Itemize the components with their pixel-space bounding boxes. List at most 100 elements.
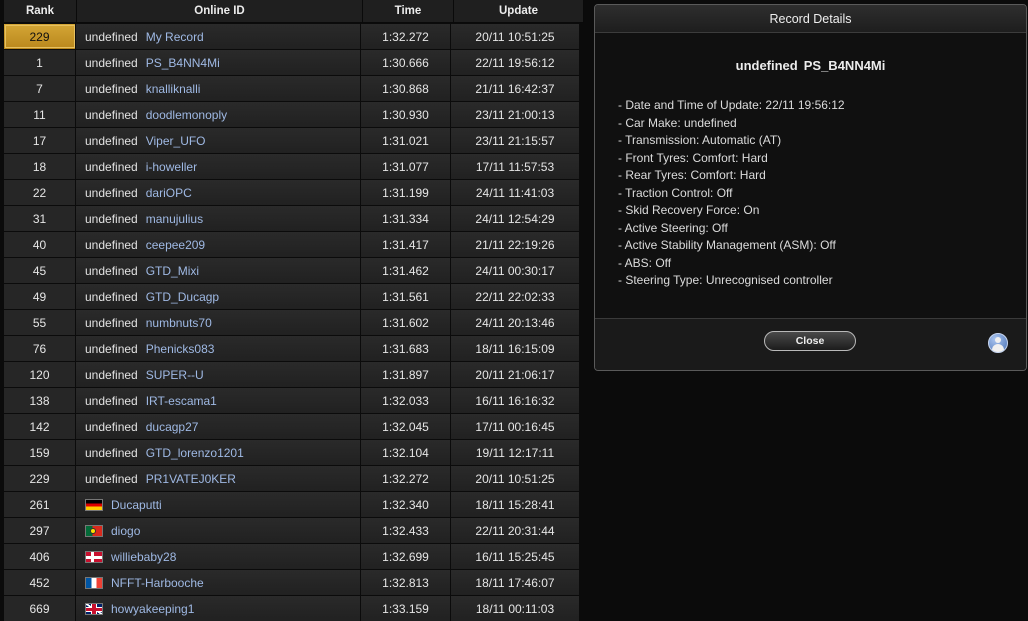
online-id-cell: undefined ceepee209	[76, 232, 361, 257]
rank-cell: 297	[4, 518, 76, 543]
time-cell: 1:31.021	[361, 128, 451, 153]
rank-cell: 142	[4, 414, 76, 439]
record-detail-item: - ABS: Off	[618, 255, 672, 270]
player-name: i-howeller	[145, 159, 198, 174]
player-name: howyakeeping1	[111, 601, 195, 616]
player-name: NFFT-Harbooche	[111, 575, 204, 590]
time-cell: 1:32.104	[361, 440, 451, 465]
time-cell: 1:31.077	[361, 154, 451, 179]
record-detail-item: - Active Stability Management (ASM): Off	[618, 238, 836, 252]
online-id-cell: undefined dariOPC	[76, 180, 361, 205]
country-label: undefined	[85, 289, 138, 304]
table-row[interactable]: 17 undefined Viper_UFO 1:31.021 23/11 21:15:…	[4, 128, 584, 153]
country-label: undefined	[85, 107, 138, 122]
table-row[interactable]: 406 williebaby28 1:32.699 16/11 15:25:45	[4, 544, 584, 569]
table-row[interactable]: 49 undefined GTD_Ducagp 1:31.561 22/11 22:02…	[4, 284, 584, 309]
update-cell: 17/11 11:57:53	[451, 154, 580, 179]
leaderboard: Rank Online ID Time Update 229 undefined M…	[4, 0, 584, 621]
rank-cell: 229	[4, 466, 76, 491]
record-details-dialog: Record Details undefined PS_B4NN4Mi - Dat…	[594, 4, 1027, 371]
time-cell: 1:33.159	[361, 596, 451, 621]
time-cell: 1:31.334	[361, 206, 451, 231]
table-row[interactable]: 22 undefined dariOPC 1:31.199 24/11 11:41:03	[4, 180, 584, 205]
country-label: undefined	[85, 419, 138, 434]
country-label: undefined	[85, 393, 138, 408]
online-id-cell: undefined PS_B4NN4Mi	[76, 50, 361, 75]
table-row[interactable]: 1 undefined PS_B4NN4Mi 1:30.666 22/11 19:56:…	[4, 50, 584, 75]
table-row[interactable]: 297 diogo 1:32.433 22/11 20:31:44	[4, 518, 584, 543]
online-id-cell: undefined GTD_lorenzo1201	[76, 440, 361, 465]
time-cell: 1:31.602	[361, 310, 451, 335]
country-label: undefined	[85, 341, 138, 356]
online-id-cell: undefined manujulius	[76, 206, 361, 231]
table-row[interactable]: 18 undefined i-howeller 1:31.077 17/11 11:57…	[4, 154, 584, 179]
online-id-cell: williebaby28	[76, 544, 361, 569]
record-detail-list: - Date and Time of Update: 22/11 19:56:1…	[618, 97, 1016, 290]
country-label: undefined	[85, 185, 138, 200]
record-detail-item: - Rear Tyres: Comfort: Hard	[618, 168, 766, 182]
record-detail-item: - Front Tyres: Comfort: Hard	[618, 150, 768, 165]
table-row[interactable]: 229 undefined PR1VATEJ0KER 1:32.272 20/11 10…	[4, 466, 584, 491]
table-row[interactable]: 45 undefined GTD_Mixi 1:31.462 24/11 00:30:1…	[4, 258, 584, 283]
rank-cell: 1	[4, 50, 76, 75]
player-name: IRT-escama1	[145, 393, 217, 408]
table-row[interactable]: 7 undefined knalliknalli 1:30.868 21/11 16:4…	[4, 76, 584, 101]
update-cell: 16/11 16:16:32	[451, 388, 580, 413]
column-header-rank[interactable]: Rank	[4, 0, 77, 22]
update-cell: 24/11 00:30:17	[451, 258, 580, 283]
online-id-cell: diogo	[76, 518, 361, 543]
country-label: undefined	[85, 55, 138, 70]
record-detail-item: - Transmission: Automatic (AT)	[618, 133, 782, 147]
record-detail-item: - Traction Control: Off	[618, 185, 733, 200]
table-row[interactable]: 261 Ducaputti 1:32.340 18/11 15:28:41	[4, 492, 584, 517]
online-id-cell: undefined knalliknalli	[76, 76, 361, 101]
time-cell: 1:30.868	[361, 76, 451, 101]
time-cell: 1:32.272	[361, 24, 451, 49]
column-header-online-id[interactable]: Online ID	[77, 0, 363, 22]
table-row[interactable]: 55 undefined numbnuts70 1:31.602 24/11 20:13…	[4, 310, 584, 335]
table-row[interactable]: 452 NFFT-Harbooche 1:32.813 18/11 17:46:07	[4, 570, 584, 595]
country-label: undefined	[85, 211, 138, 226]
table-row[interactable]: 40 undefined ceepee209 1:31.417 21/11 22:19:…	[4, 232, 584, 257]
rank-cell: 120	[4, 362, 76, 387]
table-row[interactable]: 138 undefined IRT-escama1 1:32.033 16/11 16:…	[4, 388, 584, 413]
close-button[interactable]: Close	[764, 331, 856, 351]
player-name: numbnuts70	[145, 315, 212, 330]
table-row[interactable]: 159 undefined GTD_lorenzo1201 1:32.104 19/11…	[4, 440, 584, 465]
update-cell: 24/11 11:41:03	[451, 180, 580, 205]
table-row[interactable]: 11 undefined doodlemonoply 1:30.930 23/11 21…	[4, 102, 584, 127]
update-cell: 22/11 19:56:12	[451, 50, 580, 75]
update-cell: 18/11 16:15:09	[451, 336, 580, 361]
online-id-cell: undefined numbnuts70	[76, 310, 361, 335]
record-detail-item: - Active Steering: Off	[618, 220, 728, 235]
time-cell: 1:31.683	[361, 336, 451, 361]
rank-cell: 55	[4, 310, 76, 335]
user-avatar-icon[interactable]	[988, 333, 1008, 353]
table-row[interactable]: 229 undefined My Record 1:32.272 20/11 10:51…	[4, 24, 584, 49]
table-row[interactable]: 142 undefined ducagp27 1:32.045 17/11 00:16:…	[4, 414, 584, 439]
column-header-update[interactable]: Update	[454, 0, 584, 22]
online-id-cell: undefined doodlemonoply	[76, 102, 361, 127]
online-id-cell: NFFT-Harbooche	[76, 570, 361, 595]
country-label: undefined	[85, 471, 138, 486]
table-row[interactable]: 31 undefined manujulius 1:31.334 24/11 12:54…	[4, 206, 584, 231]
rank-cell: 18	[4, 154, 76, 179]
flag-fr-icon	[85, 576, 103, 589]
table-row[interactable]: 120 undefined SUPER--U 1:31.897 20/11 21:06:…	[4, 362, 584, 387]
time-cell: 1:32.045	[361, 414, 451, 439]
player-name: My Record	[145, 29, 204, 44]
update-cell: 22/11 20:31:44	[451, 518, 580, 543]
player-name: ceepee209	[145, 237, 206, 252]
player-name: manujulius	[145, 211, 204, 226]
player-name: PR1VATEJ0KER	[145, 471, 236, 486]
player-name: ducagp27	[145, 419, 199, 434]
leaderboard-header: Rank Online ID Time Update	[4, 0, 584, 23]
table-row[interactable]: 669 howyakeeping1 1:33.159 18/11 00:11:03	[4, 596, 584, 621]
update-cell: 23/11 21:00:13	[451, 102, 580, 127]
update-cell: 18/11 15:28:41	[451, 492, 580, 517]
column-header-time[interactable]: Time	[363, 0, 454, 22]
player-name: williebaby28	[111, 549, 177, 564]
table-row[interactable]: 76 undefined Phenicks083 1:31.683 18/11 16:1…	[4, 336, 584, 361]
online-id-cell: undefined i-howeller	[76, 154, 361, 179]
record-detail-item: - Car Make: undefined	[618, 115, 737, 130]
